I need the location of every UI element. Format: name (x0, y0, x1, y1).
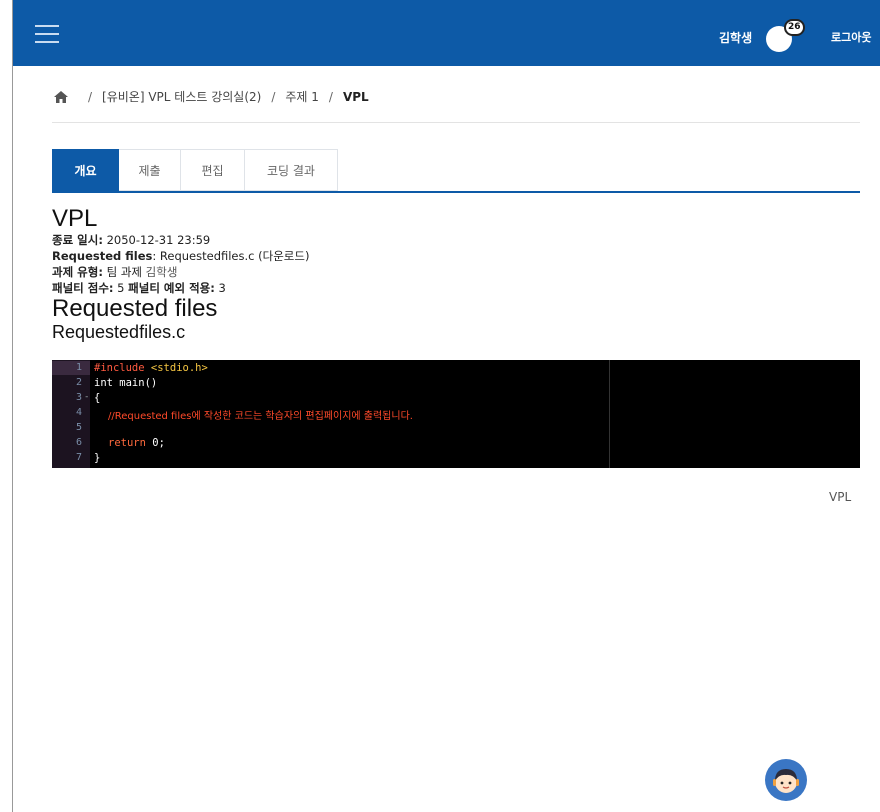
requested-files-value: Requestedfiles.c (159, 249, 255, 263)
due-date-value: 2050-12-31 23:59 (106, 233, 211, 247)
divider (52, 122, 860, 123)
breadcrumb-current: VPL (342, 89, 369, 104)
work-type-row: 과제 유형: 팀 과제 김학생 (52, 265, 178, 279)
code-keyword: return (108, 437, 146, 449)
work-type-label: 과제 유형 (52, 265, 99, 279)
menu-icon[interactable] (35, 25, 59, 43)
penalty-value: 5 (117, 281, 125, 295)
home-icon[interactable] (54, 90, 68, 103)
page-title: VPL (52, 205, 98, 232)
tab-underline (52, 191, 860, 193)
line-number: 6 (75, 437, 82, 448)
code-line: #include <stdio.h> (94, 362, 208, 374)
line-number: 2 (75, 377, 82, 388)
chatbot-button[interactable] (765, 759, 807, 801)
breadcrumb-topic[interactable]: 주제 1 (285, 88, 319, 105)
breadcrumb-course[interactable]: [유비온] VPL 테스트 강의실(2) (102, 88, 261, 105)
notification-badge: 26 (784, 19, 805, 36)
top-navbar: 김학생 26 로그아웃 (13, 0, 880, 66)
active-line-highlight (52, 361, 90, 375)
code-preprocessor: #include (94, 362, 151, 374)
line-number: 1 (75, 362, 82, 373)
code-line: { (94, 392, 101, 404)
breadcrumb-separator: / (328, 89, 333, 104)
tab-coding-result[interactable]: 코딩 결과 (245, 149, 338, 191)
chatbot-face-icon (773, 769, 799, 793)
work-type-value: 팀 과제 (106, 265, 142, 279)
code-line: } (94, 452, 101, 464)
due-date-row: 종료 일시: 2050-12-31 23:59 (52, 233, 211, 247)
logout-link[interactable]: 로그아웃 (831, 29, 871, 45)
tab-bar: 개요 제출 편집 코딩 결과 (52, 149, 338, 191)
due-date-label: 종료 일시 (52, 233, 99, 247)
footer-vpl-label: VPL (829, 490, 852, 504)
code-text: 0; (145, 437, 165, 449)
line-number: 4 (75, 407, 82, 418)
penalty-exception-value: 3 (218, 281, 226, 295)
requested-files-row: Requested files: Requestedfiles.c (다운로드) (52, 249, 310, 263)
fold-toggle-icon[interactable]: - (84, 392, 89, 402)
tab-overview[interactable]: 개요 (52, 149, 119, 191)
breadcrumb: / [유비온] VPL 테스트 강의실(2) / 주제 1 / VPL (54, 88, 369, 105)
requested-files-label: Requested files (52, 249, 153, 263)
code-include-file: <stdio.h> (150, 362, 208, 374)
file-name-heading: Requestedfiles.c (52, 322, 186, 342)
penalty-row: 패널티 점수: 5 패널티 예외 적용: 3 (52, 281, 226, 295)
code-comment: //Requested files에 작성한 코드는 학습자의 편집페이지에 출… (108, 411, 413, 422)
main-content: VPL 종료 일시: 2050-12-31 23:59 Requested fi… (52, 205, 860, 343)
avatar[interactable]: 26 (766, 19, 805, 52)
download-link[interactable]: (다운로드) (258, 249, 309, 263)
work-type-member: 김학생 (145, 265, 178, 279)
penalty-exception-label: 패널티 예외 적용 (128, 281, 211, 295)
section-heading: Requested files (52, 295, 218, 322)
line-number: 3 (75, 392, 82, 403)
breadcrumb-separator: / (271, 89, 276, 104)
code-line: return 0; (108, 437, 165, 449)
page-frame: 김학생 26 로그아웃 / [유비온] VPL 테스트 강의실(2) / 주제 … (12, 0, 880, 812)
code-line: int main() (94, 377, 158, 389)
code-viewer[interactable]: 1 2 3 - 4 5 6 7 #include <stdio.h> int m… (52, 360, 860, 468)
print-margin (609, 360, 610, 468)
breadcrumb-separator: / (88, 89, 93, 104)
user-name[interactable]: 김학생 (719, 29, 752, 46)
tab-edit[interactable]: 편집 (181, 149, 245, 191)
penalty-label: 패널티 점수 (52, 281, 109, 295)
code-gutter: 1 2 3 - 4 5 6 7 (52, 360, 90, 468)
line-number: 7 (75, 452, 82, 463)
tab-submit[interactable]: 제출 (119, 149, 181, 191)
line-number: 5 (75, 422, 82, 433)
